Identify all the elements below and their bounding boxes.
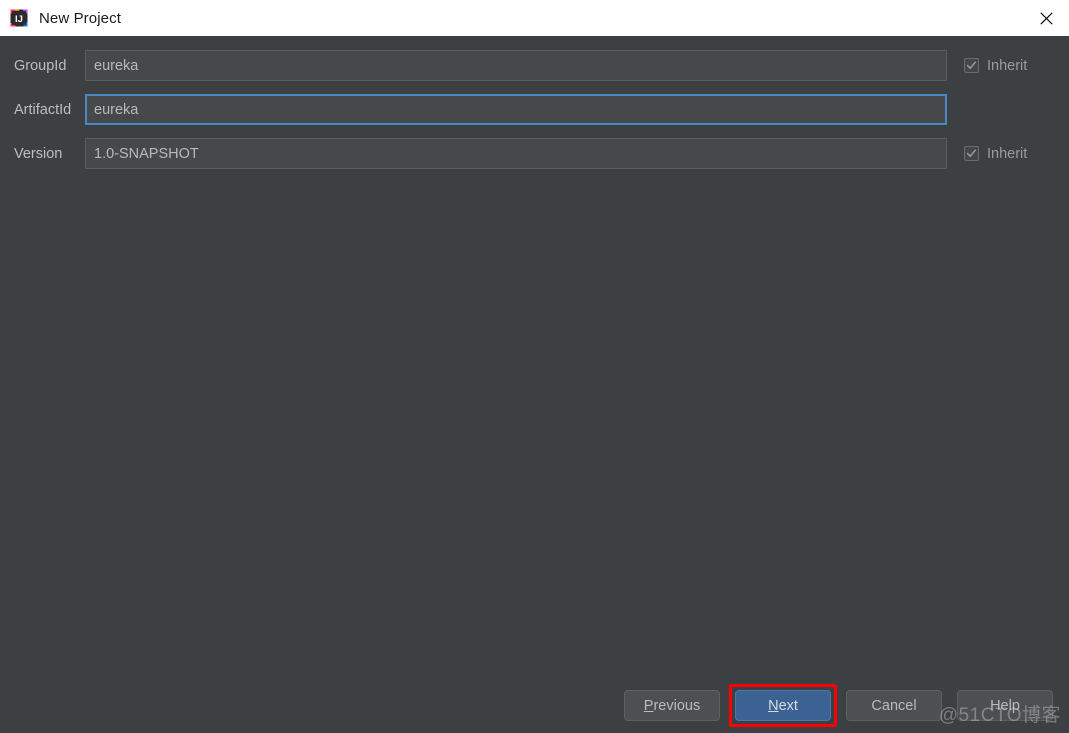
version-input[interactable] — [85, 138, 947, 169]
close-icon — [1039, 11, 1053, 25]
help-label: Help — [990, 697, 1020, 714]
previous-label-rest: revious — [653, 697, 701, 714]
svg-text:IJ: IJ — [15, 14, 23, 25]
next-button[interactable]: Next — [735, 690, 831, 721]
window-title: New Project — [39, 9, 121, 27]
cancel-button[interactable]: Cancel — [846, 690, 942, 721]
artifactid-label: ArtifactId — [14, 101, 72, 118]
version-inherit-checkbox[interactable]: Inherit — [964, 146, 1027, 162]
form-row-artifactid: ArtifactId — [0, 94, 1069, 125]
next-mnemonic: N — [768, 697, 779, 714]
intellij-idea-logo-icon: IJ — [9, 8, 29, 28]
title-bar: IJ New Project — [0, 0, 1069, 36]
checkbox-checked-icon — [964, 58, 979, 73]
groupid-inherit-label: Inherit — [987, 57, 1028, 74]
next-button-annotation-group: Next — [729, 684, 837, 727]
form-row-groupid: GroupId Inherit — [0, 50, 1069, 81]
groupid-inherit-checkbox[interactable]: Inherit — [964, 58, 1027, 74]
close-button[interactable] — [1023, 0, 1069, 36]
maven-coordinates-form: GroupId Inherit ArtifactId Vers — [0, 50, 1069, 182]
dialog-content: GroupId Inherit ArtifactId Vers — [0, 36, 1069, 733]
version-label: Version — [14, 145, 63, 162]
previous-button[interactable]: Previous — [624, 690, 720, 721]
cancel-label: Cancel — [871, 697, 917, 714]
previous-mnemonic: P — [643, 697, 654, 714]
new-project-dialog: IJ New Project GroupId eureka Inherit Ar… — [0, 0, 1069, 733]
dialog-button-bar: Previous Next Cancel Help — [609, 684, 1053, 727]
version-inherit-label: Inherit — [987, 145, 1028, 162]
form-row-version: Version Inherit — [0, 138, 1069, 169]
groupid-label: GroupId — [14, 57, 67, 74]
checkbox-checked-icon — [964, 146, 979, 161]
help-button[interactable]: Help — [957, 690, 1053, 721]
next-label-rest: ext — [778, 697, 798, 714]
artifactid-input[interactable] — [85, 94, 947, 125]
groupid-input[interactable] — [85, 50, 947, 81]
